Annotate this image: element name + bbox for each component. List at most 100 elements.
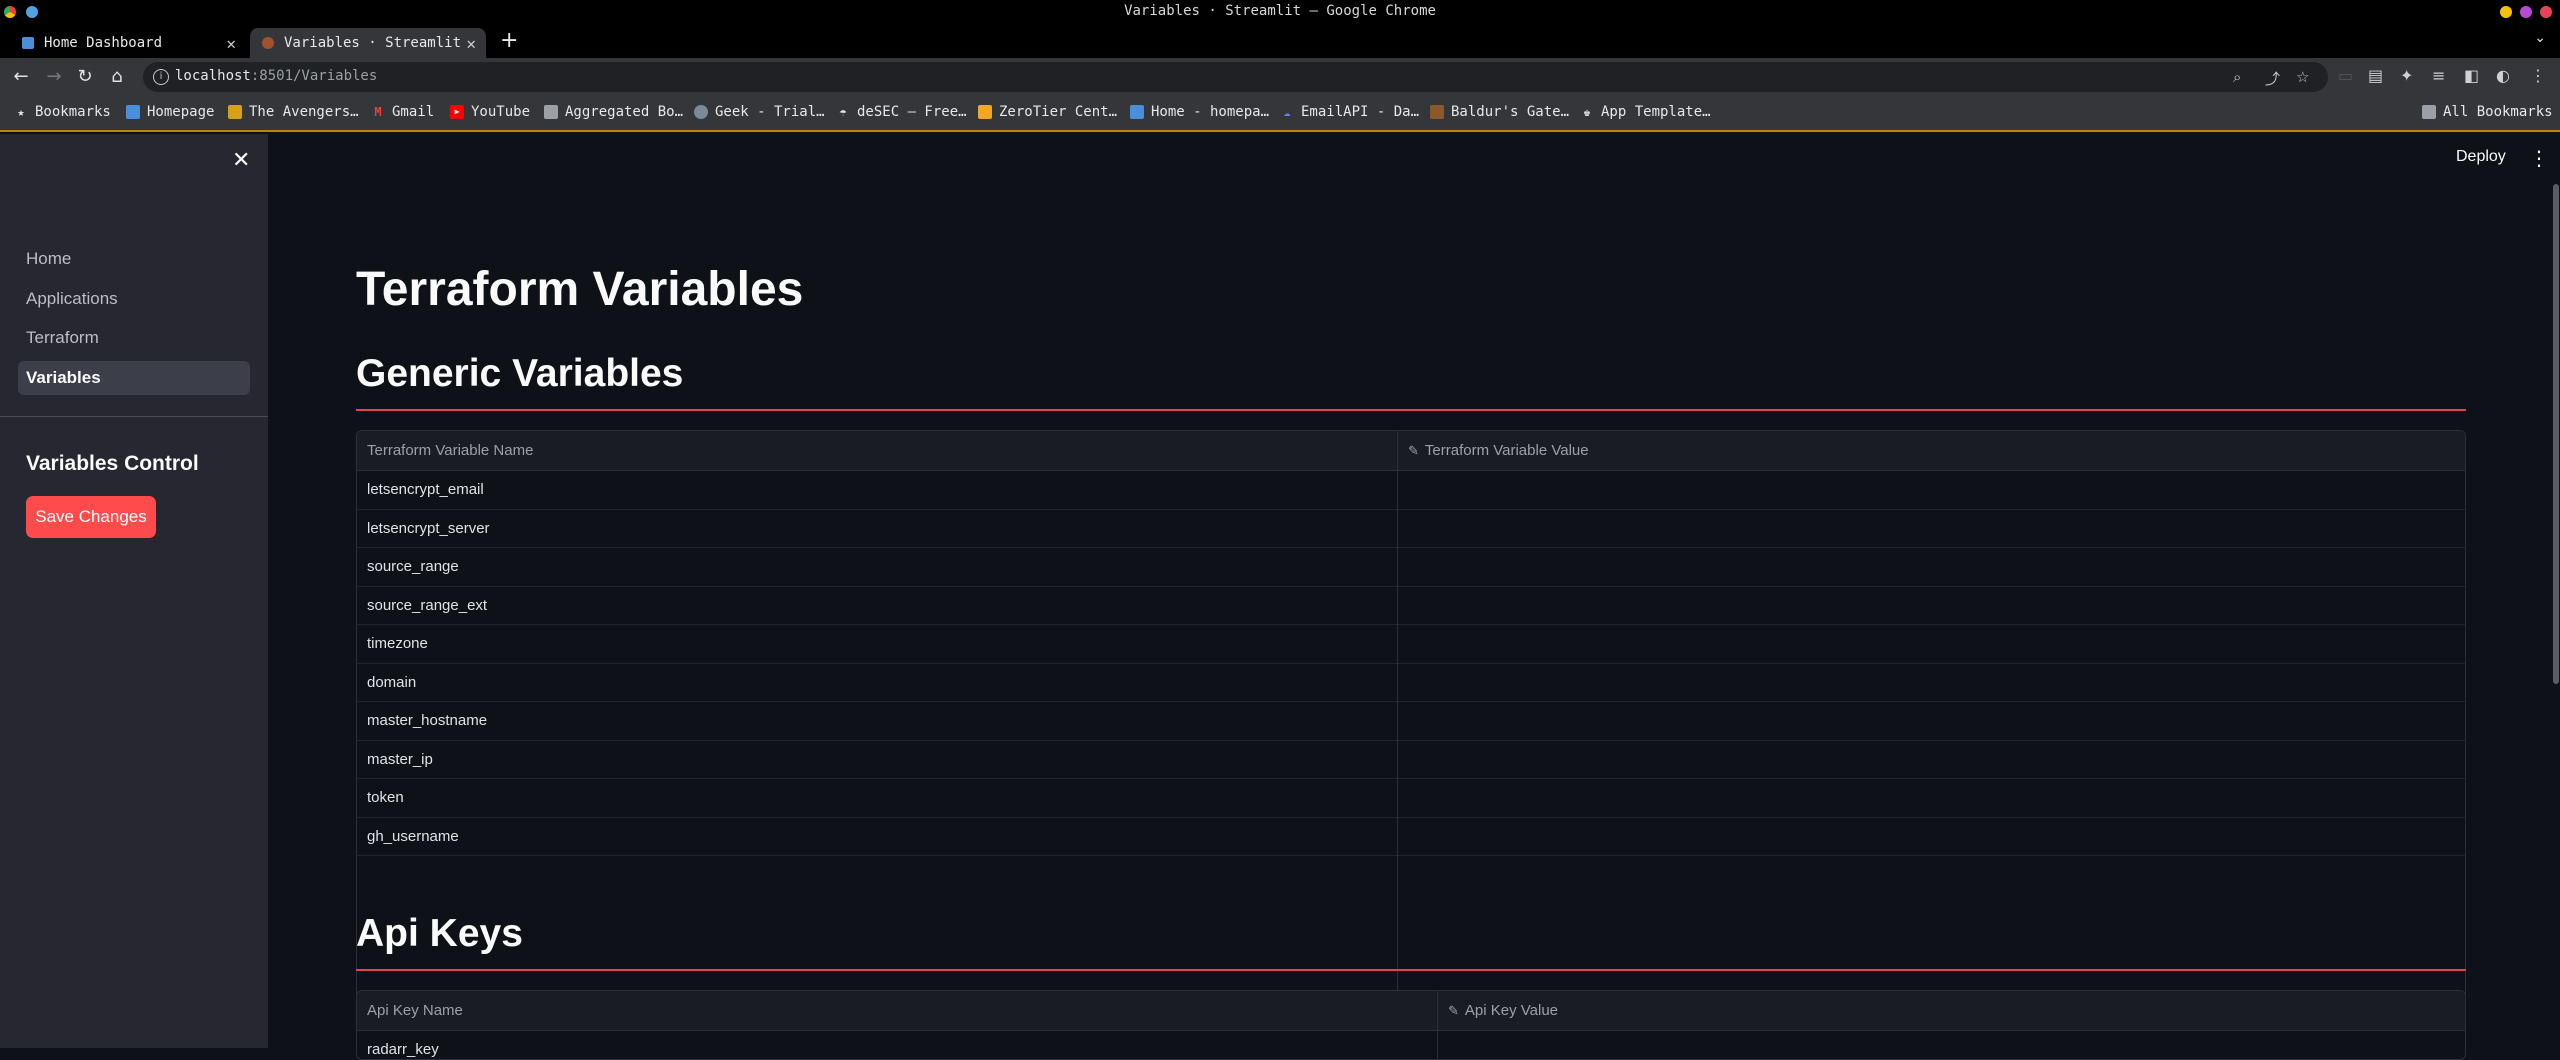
bookmark-item[interactable]: Home - homepa… [1130,104,1269,120]
reader-mode-icon[interactable]: ▤ [2368,66,2383,85]
site-info-icon[interactable]: i [153,69,169,85]
url-path: :8501/Variables [250,68,378,84]
main-menu-icon[interactable]: ⋮ [2529,146,2549,170]
table-row[interactable]: radarr_key [357,1031,2465,1059]
variable-value-cell[interactable] [1398,779,2398,817]
bookmark-item[interactable]: Geek - Trial… [694,104,825,120]
side-panel-icon[interactable]: ◧ [2464,66,2479,85]
table-row[interactable]: timezone [357,625,2465,664]
variable-value-cell[interactable] [1398,587,2398,625]
variable-name-cell[interactable]: letsencrypt_server [357,510,490,548]
flag-icon [126,105,140,119]
bookmark-item[interactable]: M Gmail [371,104,434,120]
table-row[interactable]: master_ip [357,741,2465,779]
all-bookmarks[interactable]: All Bookmarks [2422,104,2553,120]
save-changes-button[interactable]: Save Changes [26,496,156,538]
variable-name-cell[interactable]: radarr_key [357,1031,439,1059]
bookmark-item[interactable]: ★ Bookmarks [14,104,110,120]
table-row[interactable]: master_hostname [357,702,2465,741]
tab-search-chevron-icon[interactable]: ⌄ [2534,30,2546,46]
table-row[interactable]: letsencrypt_server [357,510,2465,548]
variable-name-cell[interactable]: master_ip [357,741,433,779]
back-arrow-icon[interactable]: ← [8,64,34,90]
reload-icon[interactable]: ↻ [72,64,98,90]
table-row[interactable]: token [357,779,2465,818]
variable-name-cell[interactable]: master_hostname [357,702,487,740]
table-body: letsencrypt_email letsencrypt_server sourc… [357,471,2465,856]
variable-name-cell[interactable]: source_range [357,548,459,586]
variable-value-cell[interactable] [1398,548,2398,586]
variable-name-cell[interactable]: gh_username [357,818,459,856]
bookmark-item[interactable]: ☂ deSEC – Free… [836,104,966,120]
bookmark-item[interactable]: ☁ EmailAPI - Da… [1280,104,1419,120]
zoom-icon[interactable]: ⌕ [2233,68,2241,86]
sidebar-item-applications[interactable]: Applications [18,282,250,316]
site-icon: ☁ [1283,105,1291,119]
gmail-icon: M [374,105,382,119]
variable-name-cell[interactable]: domain [357,664,416,702]
tab-variables[interactable]: Variables · Streamlit ✕ [250,28,486,58]
variable-value-cell[interactable] [1398,510,2398,548]
variable-value-cell[interactable] [1438,1031,2438,1059]
heading-divider [356,409,2466,411]
extension-disabled-icon[interactable]: ▭ [2338,66,2353,85]
sidebar-divider [0,416,268,417]
variable-value-cell[interactable] [1398,702,2398,740]
close-tab-icon[interactable]: ✕ [226,34,236,53]
address-bar[interactable]: i localhost:8501/Variables ⌕ ⤴ ☆ [143,62,2328,92]
variable-name-cell[interactable]: letsencrypt_email [357,471,484,509]
variable-name-cell[interactable]: timezone [357,625,428,663]
bookmark-item[interactable]: The Avengers… [228,104,359,120]
bookmark-item[interactable]: ZeroTier Cent… [978,104,1117,120]
profile-avatar[interactable]: ◐ [2496,66,2510,85]
bookmark-item[interactable]: ▶ YouTube [450,104,530,120]
close-sidebar-icon[interactable]: ✕ [232,148,250,173]
sidebar-item-variables[interactable]: Variables [18,361,250,395]
extensions-puzzle-icon[interactable]: ✦ [2400,66,2413,85]
table-body: radarr_key [357,1031,2465,1059]
column-header-value[interactable]: ✎ Terraform Variable Value [1398,431,1589,471]
column-header-name[interactable]: Terraform Variable Name [357,431,533,471]
bookmark-label: ZeroTier Cent… [999,104,1118,120]
deploy-button[interactable]: Deploy [2456,148,2506,166]
generic-variables-table[interactable]: Terraform Variable Name ✎ Terraform Varia… [356,430,2466,1004]
column-header-name[interactable]: Api Key Name [357,991,463,1031]
chrome-menu-icon[interactable]: ⋮ [2530,66,2546,85]
variable-value-cell[interactable] [1398,741,2398,779]
forward-arrow-icon[interactable]: → [41,64,67,90]
bookmark-label: The Avengers… [249,104,359,120]
bookmark-item[interactable]: ♚ App Template… [1580,104,1710,120]
new-tab-button[interactable]: + [500,28,518,53]
site-icon: ♚ [1583,105,1591,119]
home-icon[interactable]: ⌂ [104,64,130,90]
scrollbar[interactable] [2553,184,2559,684]
variable-value-cell[interactable] [1398,471,2398,509]
sidebar-item-terraform[interactable]: Terraform [18,321,250,355]
bookmark-item[interactable]: Homepage [126,104,214,120]
close-tab-icon[interactable]: ✕ [466,34,476,53]
bookmark-item[interactable]: Aggregated Bo… [544,104,683,120]
sidebar-item-home[interactable]: Home [18,242,250,276]
bookmarks-bar: ★ Bookmarks Homepage The Avengers… M Gmail… [0,96,2560,132]
variable-name-cell[interactable]: source_range_ext [357,587,487,625]
api-keys-table[interactable]: Api Key Name ✎ Api Key Value radarr_key [356,990,2466,1060]
close-window-button[interactable] [2540,6,2552,18]
minimize-button[interactable] [2500,6,2512,18]
variable-value-cell[interactable] [1398,625,2398,663]
table-row[interactable]: domain [357,664,2465,702]
media-controls-icon[interactable]: ≡ [2432,66,2445,85]
bookmark-star-icon[interactable]: ☆ [2296,68,2309,86]
tab-home-dashboard[interactable]: Home Dashboard ✕ [10,28,246,58]
variable-value-cell[interactable] [1398,664,2398,702]
table-row[interactable]: gh_username [357,818,2465,856]
table-header: Api Key Name ✎ Api Key Value [357,991,2465,1031]
table-row[interactable]: source_range [357,548,2465,587]
variable-value-cell[interactable] [1398,818,2398,856]
maximize-button[interactable] [2520,6,2532,18]
column-header-value[interactable]: ✎ Api Key Value [1438,991,1558,1031]
table-row[interactable]: letsencrypt_email [357,471,2465,510]
bookmark-item[interactable]: Baldur's Gate… [1430,104,1569,120]
share-icon[interactable]: ⤴ [2265,68,2280,89]
variable-name-cell[interactable]: token [357,779,404,817]
table-row[interactable]: source_range_ext [357,587,2465,625]
